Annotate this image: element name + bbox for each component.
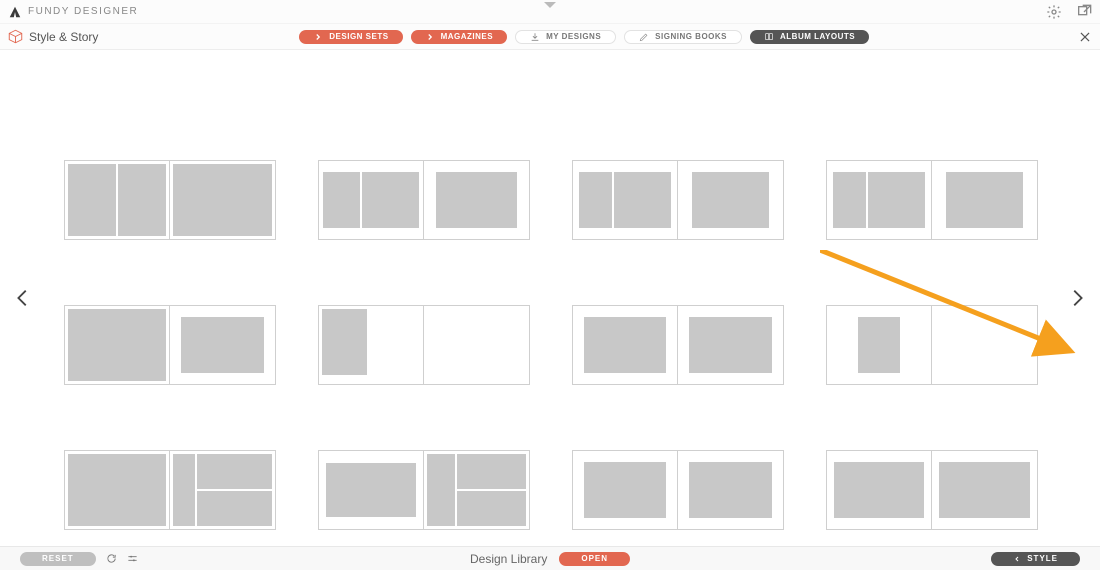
tab-album-layouts[interactable]: ALBUM LAYOUTS <box>750 30 869 44</box>
layout-option[interactable] <box>64 305 276 385</box>
page-right <box>424 161 529 239</box>
page-right <box>424 451 529 529</box>
chevron-right-icon <box>425 32 435 42</box>
page-left <box>573 451 678 529</box>
toolbar-left: Style & Story <box>8 29 98 44</box>
nav-next[interactable] <box>1066 287 1088 309</box>
button-label: STYLE <box>1027 554 1058 563</box>
title-bar: FUNDY DESIGNER <box>0 0 1100 24</box>
page-left <box>319 451 424 529</box>
page-left <box>65 306 170 384</box>
bottom-tool-icons <box>106 553 138 564</box>
settings-icon[interactable] <box>1046 4 1062 20</box>
bottom-right: STYLE <box>991 552 1080 566</box>
layout-option[interactable] <box>318 160 530 240</box>
app-title: FUNDY DESIGNER <box>28 6 138 17</box>
page-left <box>827 161 932 239</box>
tab-label: MAGAZINES <box>441 32 494 41</box>
layout-option[interactable] <box>826 305 1038 385</box>
layout-option[interactable] <box>572 160 784 240</box>
tab-label: DESIGN SETS <box>329 32 388 41</box>
tab-label: SIGNING BOOKS <box>655 32 727 41</box>
page-right <box>170 161 275 239</box>
style-button[interactable]: STYLE <box>991 552 1080 566</box>
package-icon <box>8 29 23 44</box>
bottom-bar: RESET Design Library OPEN STYLE <box>0 546 1100 570</box>
reset-button[interactable]: RESET <box>20 552 96 566</box>
layout-option[interactable] <box>318 305 530 385</box>
page-left <box>573 161 678 239</box>
page-right <box>932 161 1037 239</box>
layouts-canvas <box>0 50 1100 546</box>
layout-option[interactable] <box>826 160 1038 240</box>
collapse-pin-icon[interactable] <box>544 2 556 8</box>
tab-design-sets[interactable]: DESIGN SETS <box>299 30 402 44</box>
open-external-icon[interactable] <box>1076 4 1092 20</box>
page-left <box>319 161 424 239</box>
open-button[interactable]: OPEN <box>559 552 630 566</box>
layout-option[interactable] <box>64 450 276 530</box>
page-left <box>827 451 932 529</box>
pen-icon <box>639 32 649 42</box>
download-icon <box>530 32 540 42</box>
layout-option[interactable] <box>826 450 1038 530</box>
page-right <box>678 161 783 239</box>
page-right <box>170 451 275 529</box>
section-label: Style & Story <box>29 30 98 44</box>
page-right <box>932 306 1037 384</box>
tab-signing-books[interactable]: SIGNING BOOKS <box>624 30 742 44</box>
tab-my-designs[interactable]: MY DESIGNS <box>515 30 616 44</box>
design-library-label: Design Library <box>470 552 547 566</box>
layout-grid <box>64 160 1036 530</box>
page-left <box>65 451 170 529</box>
page-right <box>678 451 783 529</box>
layout-option[interactable] <box>572 305 784 385</box>
book-icon <box>764 32 774 42</box>
page-left <box>827 306 932 384</box>
titlebar-right-controls <box>1046 4 1092 20</box>
bottom-center: Design Library OPEN <box>470 552 630 566</box>
section-toolbar: Style & Story DESIGN SETS MAGAZINES MY D… <box>0 24 1100 50</box>
refresh-icon[interactable] <box>106 553 117 564</box>
chevron-left-small-icon <box>1013 555 1021 563</box>
page-left <box>65 161 170 239</box>
chevron-right-icon <box>313 32 323 42</box>
tab-label: ALBUM LAYOUTS <box>780 32 855 41</box>
page-right <box>424 306 529 384</box>
page-right <box>170 306 275 384</box>
options-icon[interactable] <box>127 553 138 564</box>
layout-option[interactable] <box>318 450 530 530</box>
tab-label: MY DESIGNS <box>546 32 601 41</box>
tab-magazines[interactable]: MAGAZINES <box>411 30 508 44</box>
button-label: OPEN <box>581 554 608 563</box>
layout-option[interactable] <box>572 450 784 530</box>
app-logo-icon <box>8 5 22 19</box>
layout-option[interactable] <box>64 160 276 240</box>
page-left <box>573 306 678 384</box>
nav-previous[interactable] <box>12 287 34 309</box>
page-right <box>932 451 1037 529</box>
toolbar-tabs: DESIGN SETS MAGAZINES MY DESIGNS SIGNING… <box>299 30 869 44</box>
close-icon[interactable] <box>1078 30 1092 44</box>
page-right <box>678 306 783 384</box>
button-label: RESET <box>42 554 74 563</box>
page-left <box>319 306 424 384</box>
